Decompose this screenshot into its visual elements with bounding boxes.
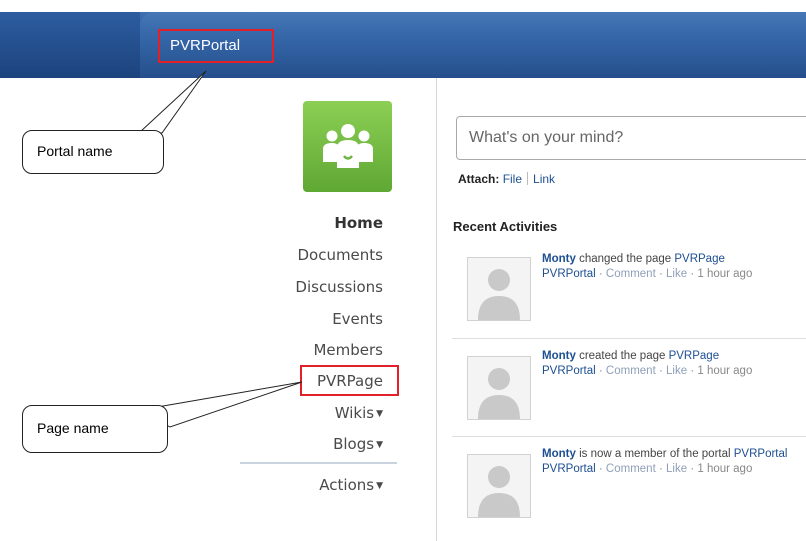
portal-name-callout-text: Portal name [37, 143, 113, 159]
page-name-callout: Page name [22, 405, 168, 453]
callout-pointers [138, 70, 303, 428]
portal-name-callout: Portal name [22, 130, 164, 174]
page-name-callout-text: Page name [37, 420, 109, 436]
